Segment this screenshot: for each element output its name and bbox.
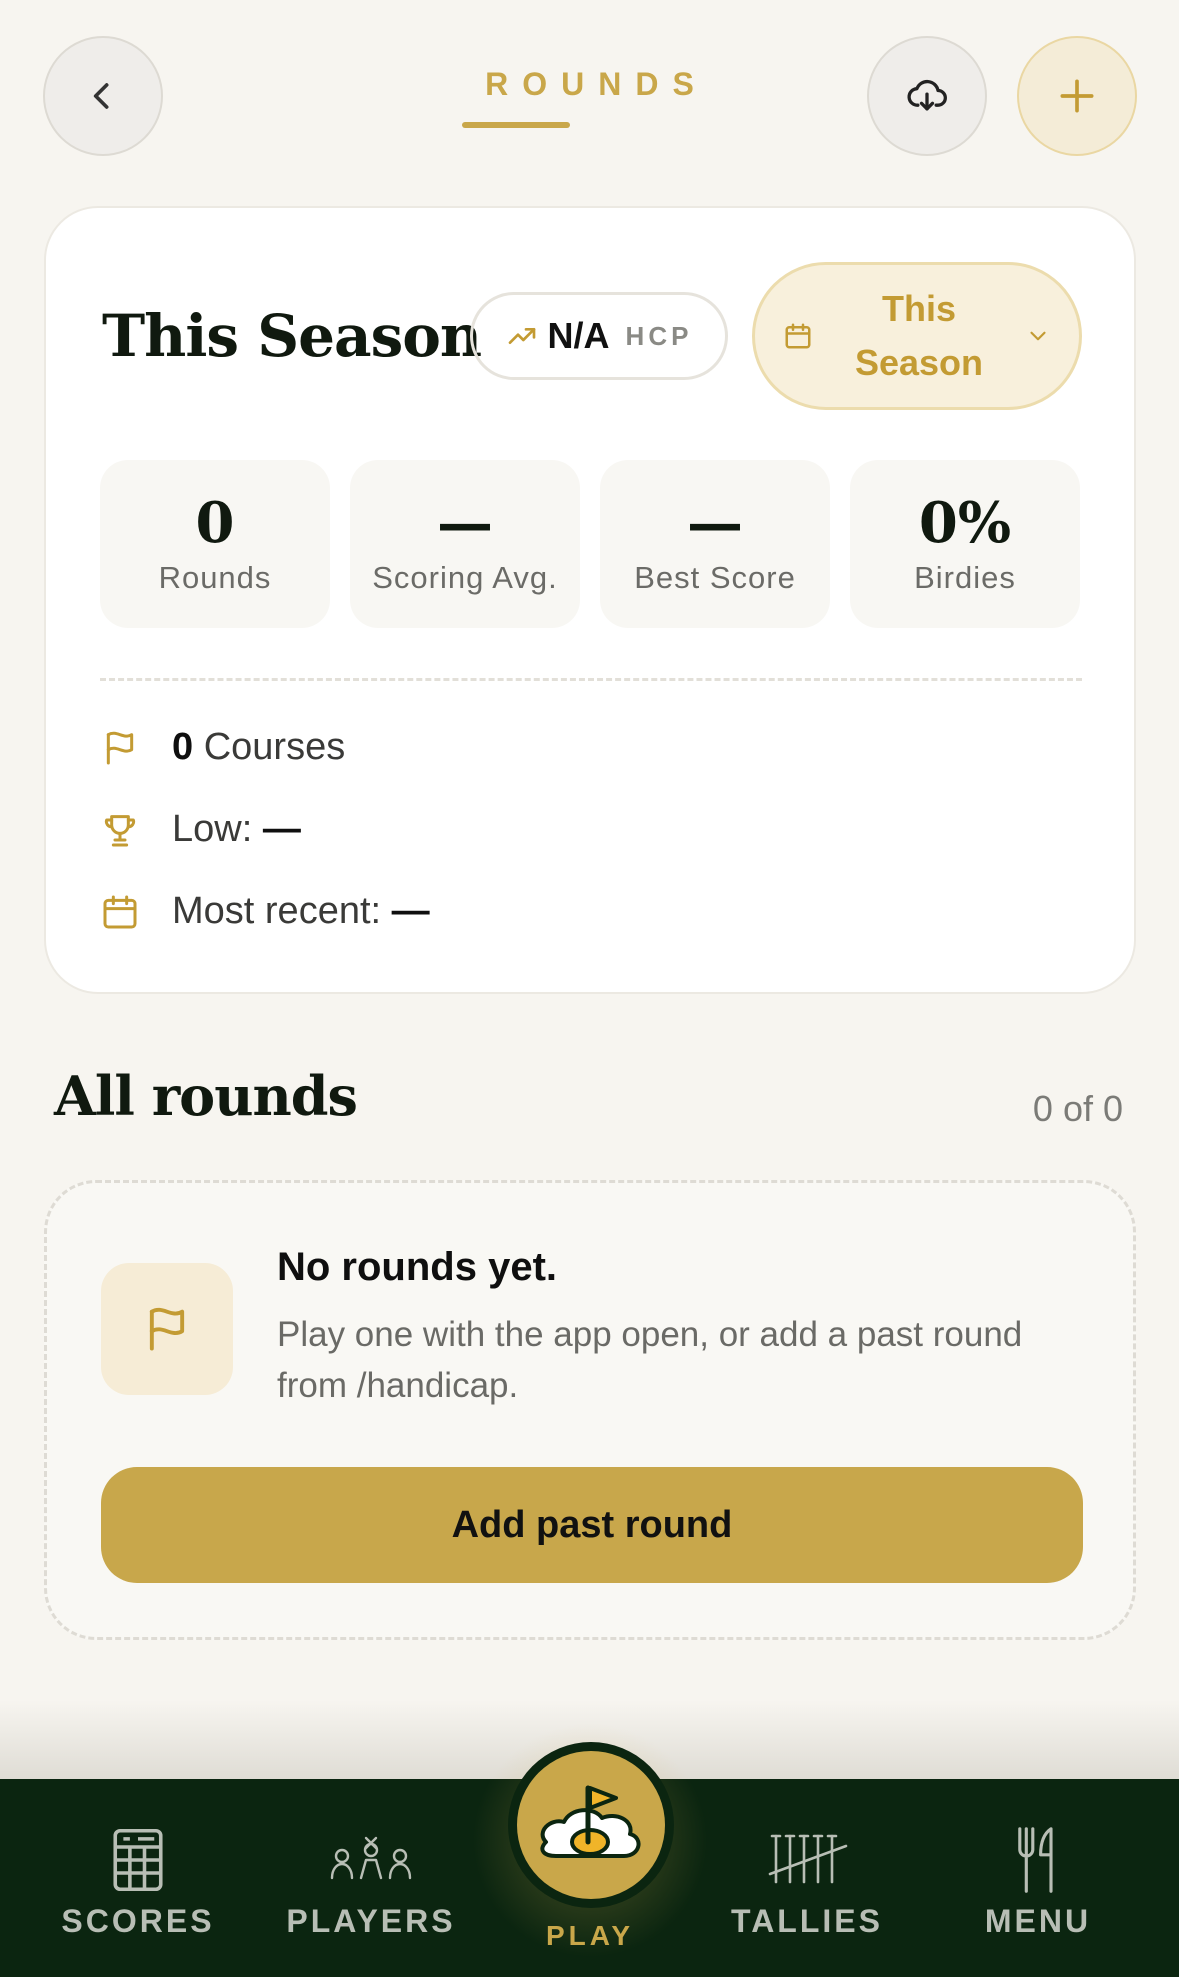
- empty-state-card: No rounds yet. Play one with the app ope…: [44, 1180, 1136, 1640]
- low-label: Low:: [172, 808, 253, 850]
- calendar-icon: [785, 323, 811, 349]
- all-rounds-title: All rounds: [54, 1064, 358, 1128]
- scorecard-icon: [113, 1828, 163, 1892]
- most-recent-label: Most recent:: [172, 890, 382, 932]
- season-summary-card: This Season N/A HCP This Season 0 Rounds…: [44, 206, 1136, 994]
- empty-state-description: Play one with the app open, or add a pas…: [277, 1315, 1023, 1405]
- chevron-down-icon: [1030, 331, 1046, 341]
- stat-best-score: — Best Score: [600, 460, 830, 628]
- add-past-round-button[interactable]: Add past round: [101, 1467, 1083, 1583]
- stats-row: 0 Rounds — Scoring Avg. — Best Score 0% …: [100, 460, 1080, 628]
- low-value: —: [262, 808, 301, 850]
- trophy-icon: [104, 814, 136, 846]
- nav-item-tallies[interactable]: TALLIES: [707, 1821, 907, 1940]
- period-select[interactable]: This Season: [752, 262, 1082, 410]
- nav-item-menu[interactable]: MENU: [938, 1821, 1138, 1940]
- download-button[interactable]: [867, 36, 987, 156]
- courses-row: 0 Courses: [100, 726, 345, 769]
- low-row: Low: —: [100, 808, 301, 851]
- page-title: ROUNDS: [485, 66, 708, 102]
- stat-label: Birdies: [914, 560, 1016, 595]
- nav-label-menu: MENU: [984, 1903, 1092, 1939]
- courses-label: Courses: [203, 726, 346, 768]
- courses-count: 0: [172, 726, 194, 768]
- stat-label: Scoring Avg.: [372, 560, 558, 595]
- dashed-divider: [100, 678, 1082, 681]
- trending-up-icon: [508, 328, 535, 344]
- nav-label-scores: SCORES: [61, 1903, 215, 1939]
- nav-label-tallies: TALLIES: [731, 1903, 883, 1939]
- calendar-icon: [103, 895, 137, 928]
- stat-value: —: [687, 490, 743, 556]
- flag-icon: [106, 731, 134, 764]
- most-recent-row: Most recent: —: [100, 890, 430, 933]
- title-underline: [462, 122, 570, 128]
- plus-icon: [1060, 79, 1094, 113]
- handicap-value: N/A: [547, 315, 610, 356]
- nav-label-play: PLAY: [545, 1920, 635, 1951]
- stat-value: 0%: [918, 490, 1012, 556]
- golf-flag-egg-icon: [540, 1785, 641, 1858]
- rounds-count: 0 of 0: [1032, 1088, 1123, 1129]
- flag-icon: [149, 1307, 185, 1351]
- utensils-icon: [1018, 1827, 1053, 1893]
- nav-item-play[interactable]: [508, 1742, 674, 1908]
- nav-label-players: PLAYERS: [286, 1903, 456, 1939]
- stat-label: Best Score: [634, 560, 796, 595]
- handicap-label: HCP: [625, 320, 693, 351]
- stat-value: —: [437, 490, 493, 556]
- nav-item-players[interactable]: PLAYERS: [271, 1821, 471, 1940]
- stat-scoring-avg: — Scoring Avg.: [350, 460, 580, 628]
- empty-state-icon: [101, 1263, 233, 1395]
- stat-value: 0: [195, 490, 235, 556]
- tallies-icon: [768, 1834, 848, 1884]
- stat-rounds: 0 Rounds: [100, 460, 330, 628]
- empty-state-title: No rounds yet.: [277, 1245, 558, 1289]
- stat-birdies: 0% Birdies: [850, 460, 1080, 628]
- cloud-download-icon: [907, 79, 947, 111]
- add-round-button[interactable]: [1017, 36, 1137, 156]
- play-button-face: [517, 1751, 665, 1899]
- players-icon: [330, 1836, 412, 1880]
- nav-item-scores[interactable]: SCORES: [38, 1821, 238, 1940]
- period-select-value: This Season: [854, 288, 984, 383]
- stat-label: Rounds: [158, 560, 272, 595]
- season-title: This Season: [102, 302, 482, 370]
- most-recent-value: —: [391, 890, 430, 932]
- handicap-pill[interactable]: N/A HCP: [470, 292, 728, 380]
